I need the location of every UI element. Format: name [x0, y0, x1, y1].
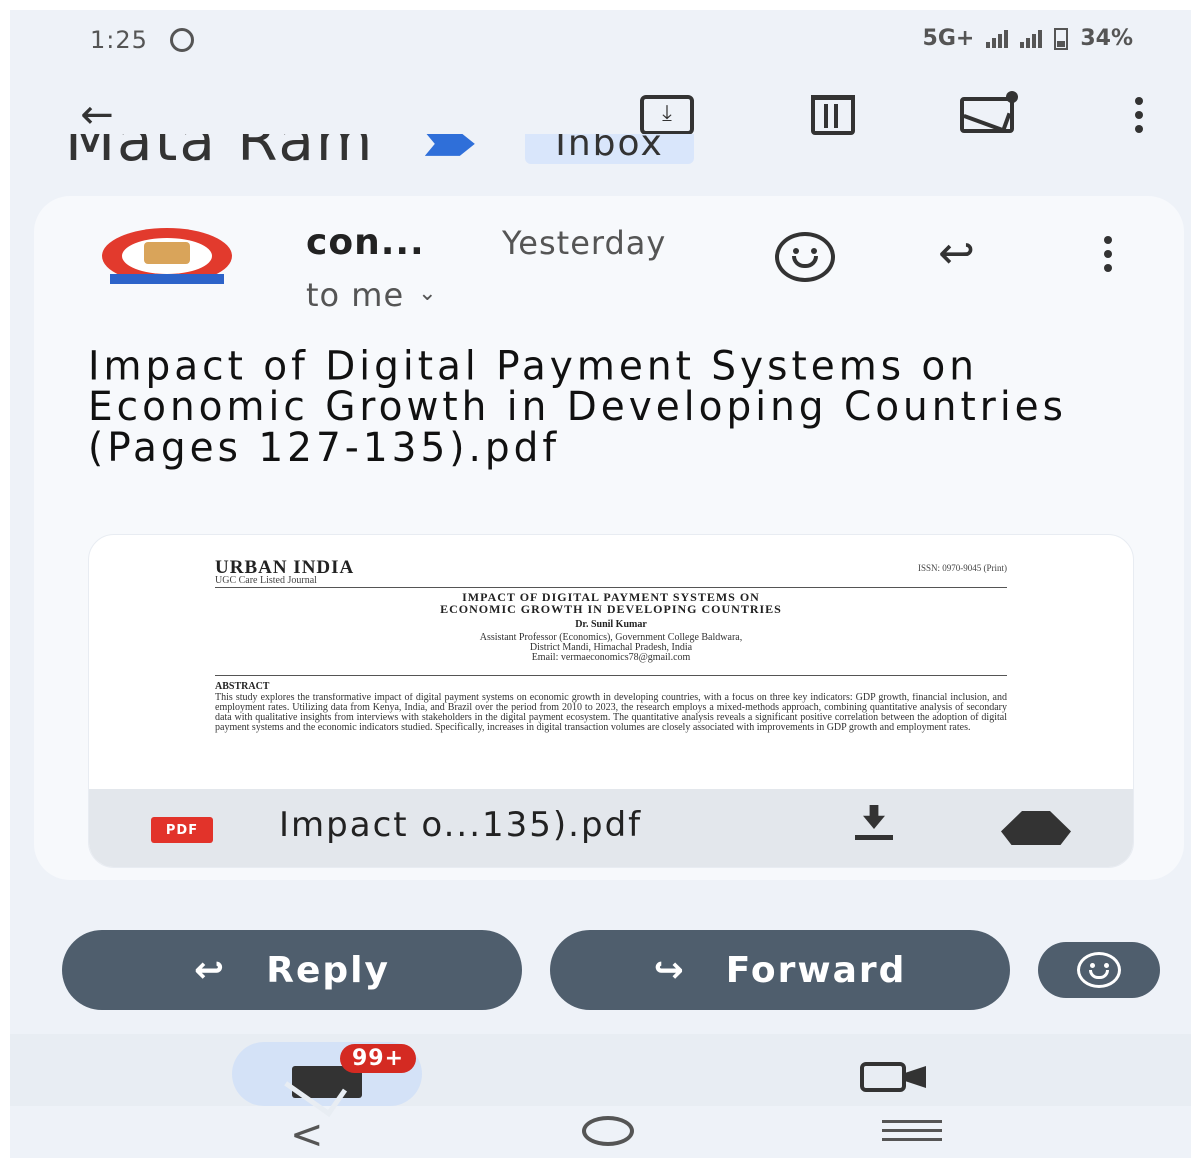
- recipient-details[interactable]: to me ⌄: [306, 276, 438, 314]
- email-screen: 1:25 5G+ 34% ← Mata Ram Inbox con...: [10, 10, 1191, 1158]
- system-navigation: <: [10, 1106, 1191, 1158]
- sender-avatar[interactable]: [102, 228, 232, 292]
- react-button[interactable]: [1038, 942, 1160, 998]
- forward-button[interactable]: ↪ Forward: [550, 930, 1010, 1010]
- whatsapp-icon: [170, 28, 194, 52]
- message-date: Yesterday: [502, 224, 667, 262]
- preview-issn: ISSN: 0970-9045 (Print): [917, 563, 1007, 573]
- attachment-bar: PDF Impact o...135).pdf: [89, 789, 1133, 867]
- system-home-icon[interactable]: [582, 1116, 634, 1146]
- recipient-text: to me: [306, 276, 405, 314]
- message-card: con... Yesterday ↩ to me ⌄ Impact of Digi…: [34, 196, 1184, 880]
- battery-icon: [1054, 27, 1069, 50]
- message-body-subject: Impact of Digital Payment Systems on Eco…: [88, 343, 1067, 472]
- system-recents-icon[interactable]: [882, 1120, 942, 1147]
- emoji-icon: [1077, 952, 1121, 988]
- system-back-icon[interactable]: <: [290, 1112, 324, 1158]
- battery-level: 34%: [1080, 26, 1133, 51]
- inbox-label[interactable]: Inbox: [525, 134, 694, 165]
- status-indicators: 5G+ 34%: [923, 26, 1133, 51]
- important-marker-icon[interactable]: [424, 134, 475, 156]
- thread-header: Mata Ram Inbox: [65, 134, 965, 174]
- reply-arrow-icon: ↩: [194, 949, 227, 991]
- bottom-navigation: 99+: [10, 1034, 1191, 1106]
- reply-label: Reply: [266, 949, 390, 991]
- download-icon[interactable]: [851, 805, 897, 845]
- sender-name[interactable]: con...: [306, 222, 425, 263]
- thread-subject: Mata Ram: [65, 134, 375, 174]
- signal-icon-2: [1020, 29, 1043, 48]
- video-camera-icon: [860, 1062, 906, 1092]
- preview-divider-2: [215, 675, 1007, 676]
- reply-button[interactable]: ↩ Reply: [62, 930, 522, 1010]
- status-bar: 1:25 5G+ 34%: [10, 10, 1191, 72]
- forward-label: Forward: [725, 949, 907, 991]
- preview-abstract-heading: ABSTRACT: [215, 681, 270, 692]
- chevron-down-icon[interactable]: ⌄: [418, 281, 437, 306]
- mark-unread-icon[interactable]: [960, 88, 1018, 142]
- pdf-icon: PDF: [151, 817, 213, 843]
- unread-badge: 99+: [340, 1044, 417, 1073]
- forward-arrow-icon: ↪: [653, 949, 686, 991]
- message-more-icon[interactable]: [1104, 236, 1112, 272]
- save-to-drive-icon[interactable]: [1001, 811, 1071, 845]
- preview-abstract-text: This study explores the transformative i…: [215, 693, 1007, 733]
- preview-author: Dr. Sunil Kumar: [575, 619, 647, 630]
- attachment-filename[interactable]: Impact o...135).pdf: [279, 805, 642, 845]
- network-type: 5G+: [922, 26, 975, 51]
- nav-meet[interactable]: [860, 1058, 930, 1098]
- more-vert-icon[interactable]: [1112, 88, 1166, 142]
- preview-ugc: UGC Care Listed Journal: [215, 575, 317, 586]
- signal-icon: [986, 29, 1009, 48]
- preview-affiliation: Assistant Professor (Economics), Governm…: [215, 633, 1007, 663]
- pdf-attachment[interactable]: URBAN INDIA UGC Care Listed Journal ISSN…: [88, 534, 1134, 868]
- status-time: 1:25: [90, 26, 148, 54]
- attachment-preview[interactable]: URBAN INDIA UGC Care Listed Journal ISSN…: [89, 535, 1133, 791]
- preview-title-line2: ECONOMIC GROWTH IN DEVELOPING COUNTRIES: [440, 602, 782, 616]
- preview-divider: [215, 587, 1007, 588]
- reply-icon[interactable]: ↩: [938, 228, 975, 279]
- preview-affil-line3: Email: vermaeconomics78@gmail.com: [531, 652, 691, 663]
- add-reaction-icon[interactable]: [774, 226, 836, 288]
- preview-title: IMPACT OF DIGITAL PAYMENT SYSTEMS ON ECO…: [215, 591, 1007, 615]
